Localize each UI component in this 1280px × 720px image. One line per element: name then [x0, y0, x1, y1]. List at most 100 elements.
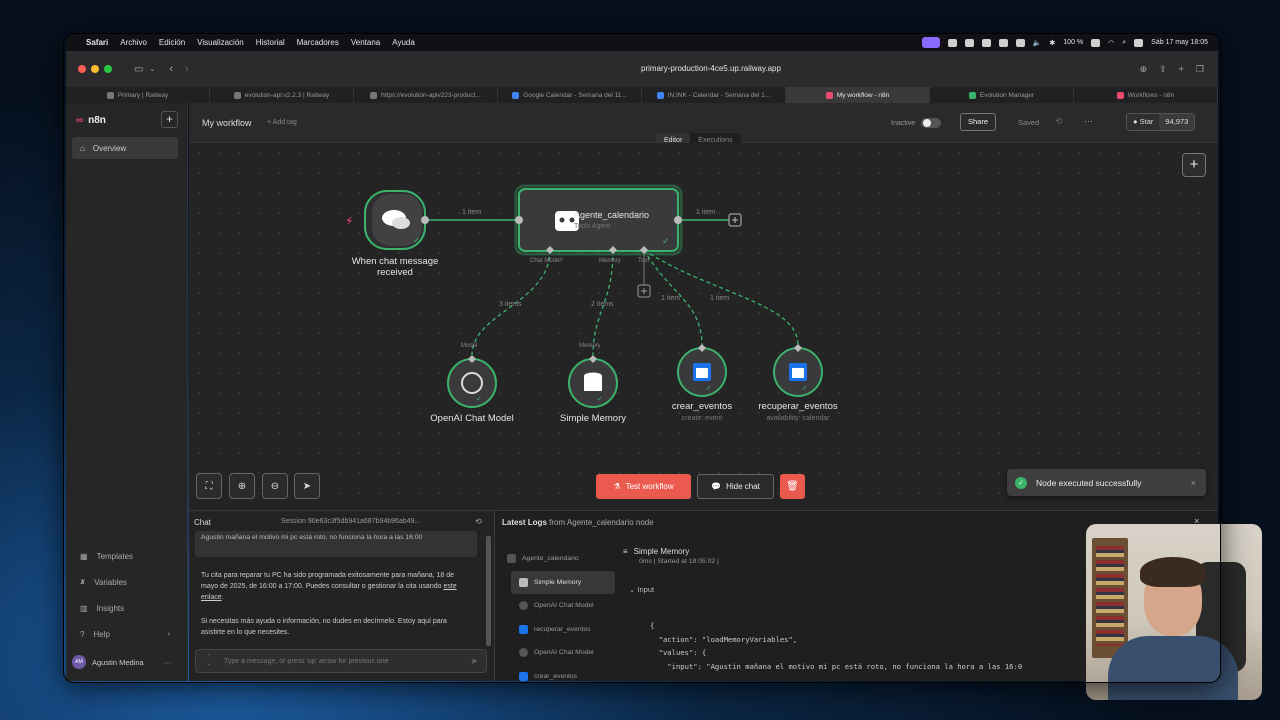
zoom-out-button[interactable]: ⊖ — [262, 473, 288, 499]
send-icon[interactable]: ➤ — [470, 656, 478, 667]
history-icon[interactable]: ⟲ — [1055, 116, 1063, 127]
delete-execution-button[interactable]: 🗑 — [780, 474, 805, 499]
zoom-window-icon[interactable] — [104, 65, 112, 73]
person-hair — [1140, 557, 1206, 587]
minimize-window-icon[interactable] — [91, 65, 99, 73]
sidebar-item-overview[interactable]: ⌂ Overview — [72, 137, 178, 159]
battery-icon[interactable] — [1091, 38, 1101, 47]
input-section-toggle[interactable]: ⌄ Input — [629, 585, 1093, 594]
screen-record-icon[interactable] — [921, 37, 940, 48]
menu-ventana[interactable]: Ventana — [351, 38, 380, 47]
success-check-icon: ✓ — [413, 236, 421, 246]
history-arrows-icon[interactable]: ⌃ ⌄ — [206, 654, 212, 667]
code-line: "input": "Agustin mañana el motivo mi pc… — [650, 661, 1023, 671]
node-agent[interactable] — [518, 188, 679, 252]
browser-tab[interactable]: Google Calendar - Semana del 11... — [498, 87, 642, 103]
sidebar-item-help[interactable]: ? Help › — [72, 621, 180, 647]
more-icon[interactable]: ⋯ — [164, 658, 172, 667]
code-line: "values": { — [650, 648, 707, 657]
browser-tab[interactable]: https://evolution-apiv223-product... — [354, 87, 498, 103]
share-icon[interactable]: ⇪ — [1159, 64, 1167, 75]
tab-label: evolution-api:v2.2.3 | Railway — [244, 91, 330, 99]
openai-icon — [519, 648, 528, 658]
log-item-agent[interactable]: Agente_calendario — [505, 547, 615, 571]
log-item-crear[interactable]: crear_eventos — [511, 665, 615, 689]
user-menu[interactable]: AM Agustin Medina ⋯ — [72, 655, 171, 669]
n8n-logo[interactable]: ∞ n8n — [76, 115, 106, 126]
github-star-button[interactable]: ● Star 94,973 — [1126, 113, 1196, 131]
node-openai-model[interactable] — [447, 358, 497, 408]
sidebar-item-variables[interactable]: 𝒙 Variables — [72, 569, 180, 595]
tab-overview-icon[interactable]: ❐ — [1196, 64, 1204, 75]
menu-ayuda[interactable]: Ayuda — [392, 38, 415, 47]
chevron-right-icon: › — [167, 630, 170, 638]
log-item-openai[interactable]: OpenAI Chat Model — [511, 641, 615, 665]
zoom-in-button[interactable]: ⊕ — [229, 473, 255, 499]
input-port[interactable] — [515, 216, 523, 224]
port-label-memory: Memory — [599, 258, 621, 264]
browser-tab[interactable]: Primary | Railway — [66, 87, 210, 103]
status-icon[interactable] — [1015, 38, 1025, 47]
browser-tab-active[interactable]: My workflow - n8n — [786, 87, 930, 103]
refresh-session-icon[interactable]: ⟲ — [475, 517, 482, 526]
chevron-down-icon[interactable]: ⌄ — [149, 65, 155, 73]
status-icon[interactable] — [947, 38, 957, 47]
close-window-icon[interactable] — [78, 65, 86, 73]
menu-safari[interactable]: Safari — [86, 38, 108, 47]
robot-eye — [559, 217, 565, 223]
bluetooth-icon[interactable]: ✱ — [1049, 39, 1055, 47]
workflow-name[interactable]: My workflow — [202, 118, 252, 128]
hide-chat-button[interactable]: 💬 Hide chat — [697, 474, 774, 499]
edge-label: 1 item — [710, 295, 730, 302]
close-icon[interactable]: × — [1191, 478, 1196, 488]
log-item-label: OpenAI Chat Model — [534, 649, 594, 657]
status-icon[interactable] — [998, 38, 1008, 47]
browser-tab[interactable]: Evolution Manager — [930, 87, 1074, 103]
activate-toggle[interactable] — [921, 118, 942, 128]
status-icon[interactable] — [981, 38, 991, 47]
wifi-icon[interactable]: ◠ — [1108, 39, 1114, 47]
forward-icon[interactable]: › — [185, 63, 189, 75]
tab-label: Workflows - n8n — [1127, 91, 1175, 99]
workflow-canvas[interactable]: + ✓ ✓ ✓ ✓ ✓ ✓ ⚡ When chat message receiv… — [189, 143, 1218, 510]
menu-archivo[interactable]: Archivo — [120, 38, 147, 47]
add-tag-link[interactable]: + Add tag — [267, 119, 297, 126]
address-bar[interactable]: primary-production-4ce5.up.railway.app — [496, 64, 926, 73]
test-workflow-button[interactable]: ⚗ Test workflow — [596, 474, 691, 499]
sidebar-item-templates[interactable]: ▦ Templates — [72, 543, 180, 569]
menu-marcadores[interactable]: Marcadores — [297, 38, 339, 47]
log-item-recuperar[interactable]: recuperar_eventos — [511, 618, 615, 642]
menu-edicion[interactable]: Edición — [159, 38, 185, 47]
more-icon[interactable]: ⋯ — [1084, 116, 1093, 127]
chat-input[interactable]: ⌃ ⌄ Type a message, or press 'up' arrow f… — [195, 649, 487, 673]
back-icon[interactable]: ‹ — [169, 63, 173, 75]
tab-label: Primary | Railway — [117, 91, 169, 99]
browser-tab[interactable]: Workflows - n8n — [1074, 87, 1218, 103]
search-icon[interactable]: ⌕ — [1122, 39, 1126, 47]
database-icon — [519, 577, 528, 587]
control-center-icon[interactable] — [1134, 38, 1144, 47]
browser-tab[interactable]: evolution-api:v2.2.3 | Railway — [210, 87, 354, 103]
menubar-clock[interactable]: Sáb 17 may 18:05 — [1151, 39, 1208, 46]
traffic-lights — [78, 65, 112, 73]
chat-bubble-icon-back — [392, 217, 410, 229]
output-port[interactable] — [674, 216, 682, 224]
select-tool-button[interactable]: ➤ — [294, 473, 320, 499]
menu-visualizacion[interactable]: Visualización — [197, 38, 244, 47]
log-item-simple-memory[interactable]: Simple Memory — [511, 570, 615, 594]
browser-tab[interactable]: IN.INK - Calendar - Semana del 1... — [642, 87, 786, 103]
chat-scrollbar[interactable] — [486, 536, 491, 646]
volume-icon[interactable]: 🔈 — [1033, 39, 1042, 47]
sidebar-item-insights[interactable]: ▥ Insights — [72, 595, 180, 621]
sidebar-toggle-icon[interactable]: ▭ — [134, 64, 143, 75]
status-icon[interactable] — [964, 38, 974, 47]
create-button[interactable]: + — [161, 111, 178, 128]
output-port[interactable] — [421, 216, 429, 224]
download-icon[interactable]: ⊕ — [1140, 64, 1148, 75]
log-item-openai[interactable]: OpenAI Chat Model — [511, 594, 615, 618]
new-tab-icon[interactable]: + — [1179, 64, 1184, 75]
share-button[interactable]: Share — [960, 113, 996, 131]
menu-historial[interactable]: Historial — [256, 38, 285, 47]
fit-view-button[interactable]: ⛶ — [196, 473, 222, 499]
google-calendar-icon-page — [792, 368, 804, 378]
